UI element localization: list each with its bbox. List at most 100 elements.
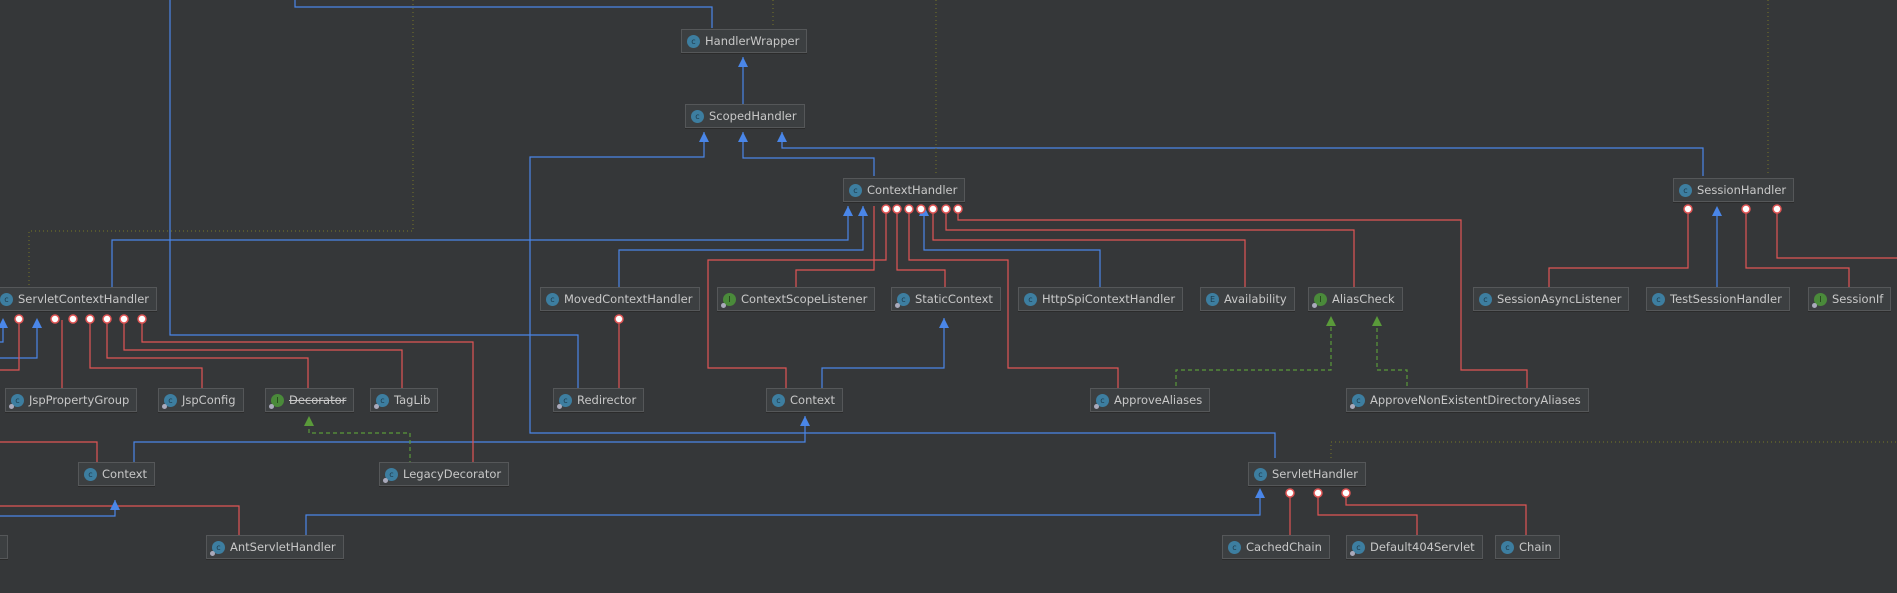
static-class-icon: c — [895, 292, 910, 308]
enum-icon: E — [1206, 292, 1219, 306]
node-servlethandler[interactable]: c ServletHandler — [1248, 462, 1366, 486]
node-testsessionhandler[interactable]: c TestSessionHandler — [1646, 287, 1790, 311]
arrow-decorator — [304, 416, 314, 426]
marker — [50, 314, 60, 324]
marker — [614, 314, 624, 324]
inner-markers — [14, 204, 1782, 498]
node-aliascheck[interactable]: I AliasCheck — [1308, 287, 1403, 311]
edge-session-to-scoped — [781, 132, 1704, 176]
node-approvenonexistentdirectoryaliases[interactable]: c ApproveNonExistentDirectoryAliases — [1346, 388, 1589, 412]
class-icon: c — [1228, 540, 1241, 554]
static-class-icon: c — [162, 393, 177, 409]
node-contextscopelistener[interactable]: I ContextScopeListener — [717, 287, 876, 311]
marker — [1772, 204, 1782, 214]
node-label: ApproveNonExistentDirectoryAliases — [1370, 393, 1581, 407]
edge-top-to-handlerwrapper — [294, 0, 713, 28]
node-label: Context — [790, 393, 836, 407]
node-cut-left[interactable]: t — [0, 535, 8, 559]
arrow-ctx2 — [110, 500, 120, 510]
node-decorator[interactable]: I Decorator — [265, 388, 355, 412]
edge-dotted-5 — [1330, 441, 1897, 458]
arrow-scoped-2 — [738, 132, 748, 142]
node-label: ScopedHandler — [709, 109, 797, 123]
node-chain[interactable]: c Chain — [1495, 535, 1560, 559]
arrow-context-1 — [843, 206, 853, 216]
edge-ant-to-context2 — [0, 500, 116, 517]
static-class-icon: c — [1350, 540, 1365, 556]
marker — [904, 204, 914, 214]
inner-class-edges — [0, 206, 1897, 535]
node-movedcontexthandler[interactable]: c MovedContextHandler — [540, 287, 701, 311]
node-jsppropertygroup[interactable]: c JspPropertyGroup — [5, 388, 138, 412]
arrow-sch-2 — [32, 318, 42, 328]
edge-servletcontext-to-context — [111, 206, 849, 290]
node-servletcontexthandler[interactable]: c ServletContextHandler — [0, 287, 158, 311]
node-contexthandler[interactable]: c ContextHandler — [843, 178, 966, 202]
node-default404servlet[interactable]: c Default404Servlet — [1346, 535, 1483, 559]
implements-edges — [308, 318, 1408, 465]
edge-ant-red — [0, 505, 240, 535]
node-label: Redirector — [577, 393, 637, 407]
node-cachedchain[interactable]: c CachedChain — [1222, 535, 1330, 559]
node-scopedhandler[interactable]: c ScopedHandler — [685, 104, 805, 128]
marker — [68, 314, 78, 324]
arrow-context-2 — [858, 206, 868, 216]
node-label: AliasCheck — [1332, 292, 1395, 306]
interface-icon: I — [269, 393, 284, 409]
node-sessionasynclistener[interactable]: c SessionAsyncListener — [1473, 287, 1630, 311]
node-legacydecorator[interactable]: c LegacyDecorator — [379, 462, 510, 486]
abstract-class-icon: c — [691, 109, 704, 123]
node-handlerwrapper[interactable]: c HandlerWrapper — [681, 29, 808, 53]
arrow-session — [1712, 206, 1722, 216]
node-staticcontext[interactable]: c StaticContext — [891, 287, 1001, 311]
edge-context-to-scoped — [742, 132, 875, 176]
marker — [1741, 204, 1751, 214]
node-jspconfig[interactable]: c JspConfig — [158, 388, 244, 412]
node-label: LegacyDecorator — [403, 467, 502, 481]
node-label: SessionIf — [1832, 292, 1884, 306]
node-antservlethandler[interactable]: c AntServletHandler — [206, 535, 344, 559]
node-sessionhandler[interactable]: c SessionHandler — [1673, 178, 1795, 202]
edge-sch-5 — [123, 320, 403, 393]
node-label: ServletContextHandler — [18, 292, 150, 306]
edge-dotted-1 — [28, 0, 414, 290]
arrow-scoped-1 — [699, 132, 709, 142]
node-label: TagLib — [394, 393, 431, 407]
static-class-icon: c — [1094, 393, 1109, 409]
node-label: Context — [102, 467, 148, 481]
node-sessionif[interactable]: I SessionIf — [1808, 287, 1892, 311]
class-icon: c — [84, 467, 97, 481]
node-availability[interactable]: E Availability — [1200, 287, 1295, 311]
node-label: Availability — [1224, 292, 1287, 306]
interface-icon: I — [721, 292, 736, 308]
node-approvealiases[interactable]: c ApproveAliases — [1090, 388, 1211, 412]
class-icon: c — [1652, 292, 1665, 306]
node-label: Chain — [1519, 540, 1552, 554]
static-class-icon: c — [557, 393, 572, 409]
node-redirector[interactable]: c Redirector — [553, 388, 645, 412]
marker — [102, 314, 112, 324]
static-class-icon: c — [9, 393, 24, 409]
class-icon: c — [849, 183, 862, 197]
edge-availability-red — [932, 206, 1246, 290]
edge-ant-to-servlethandler — [305, 496, 1261, 535]
node-label: ApproveAliases — [1114, 393, 1203, 407]
class-icon: c — [687, 34, 700, 48]
marker — [137, 314, 147, 324]
arrow-context2 — [800, 416, 810, 426]
node-taglib[interactable]: c TagLib — [370, 388, 439, 412]
edge-sal — [1548, 206, 1689, 290]
static-class-icon: c — [374, 393, 389, 409]
node-context[interactable]: c Context — [766, 388, 844, 412]
marker — [881, 204, 891, 214]
edge-session-right — [1776, 206, 1897, 259]
node-httpspicontexthandler[interactable]: c HttpSpiContextHandler — [1018, 287, 1184, 311]
marker — [85, 314, 95, 324]
class-icon: c — [0, 292, 13, 306]
marker — [892, 204, 902, 214]
edge-sessionif — [1745, 206, 1850, 290]
edge-moved-to-context — [618, 206, 864, 290]
node-context-2[interactable]: c Context — [78, 462, 156, 486]
arrow-servlethandler — [1255, 488, 1265, 498]
marker — [1341, 488, 1351, 498]
